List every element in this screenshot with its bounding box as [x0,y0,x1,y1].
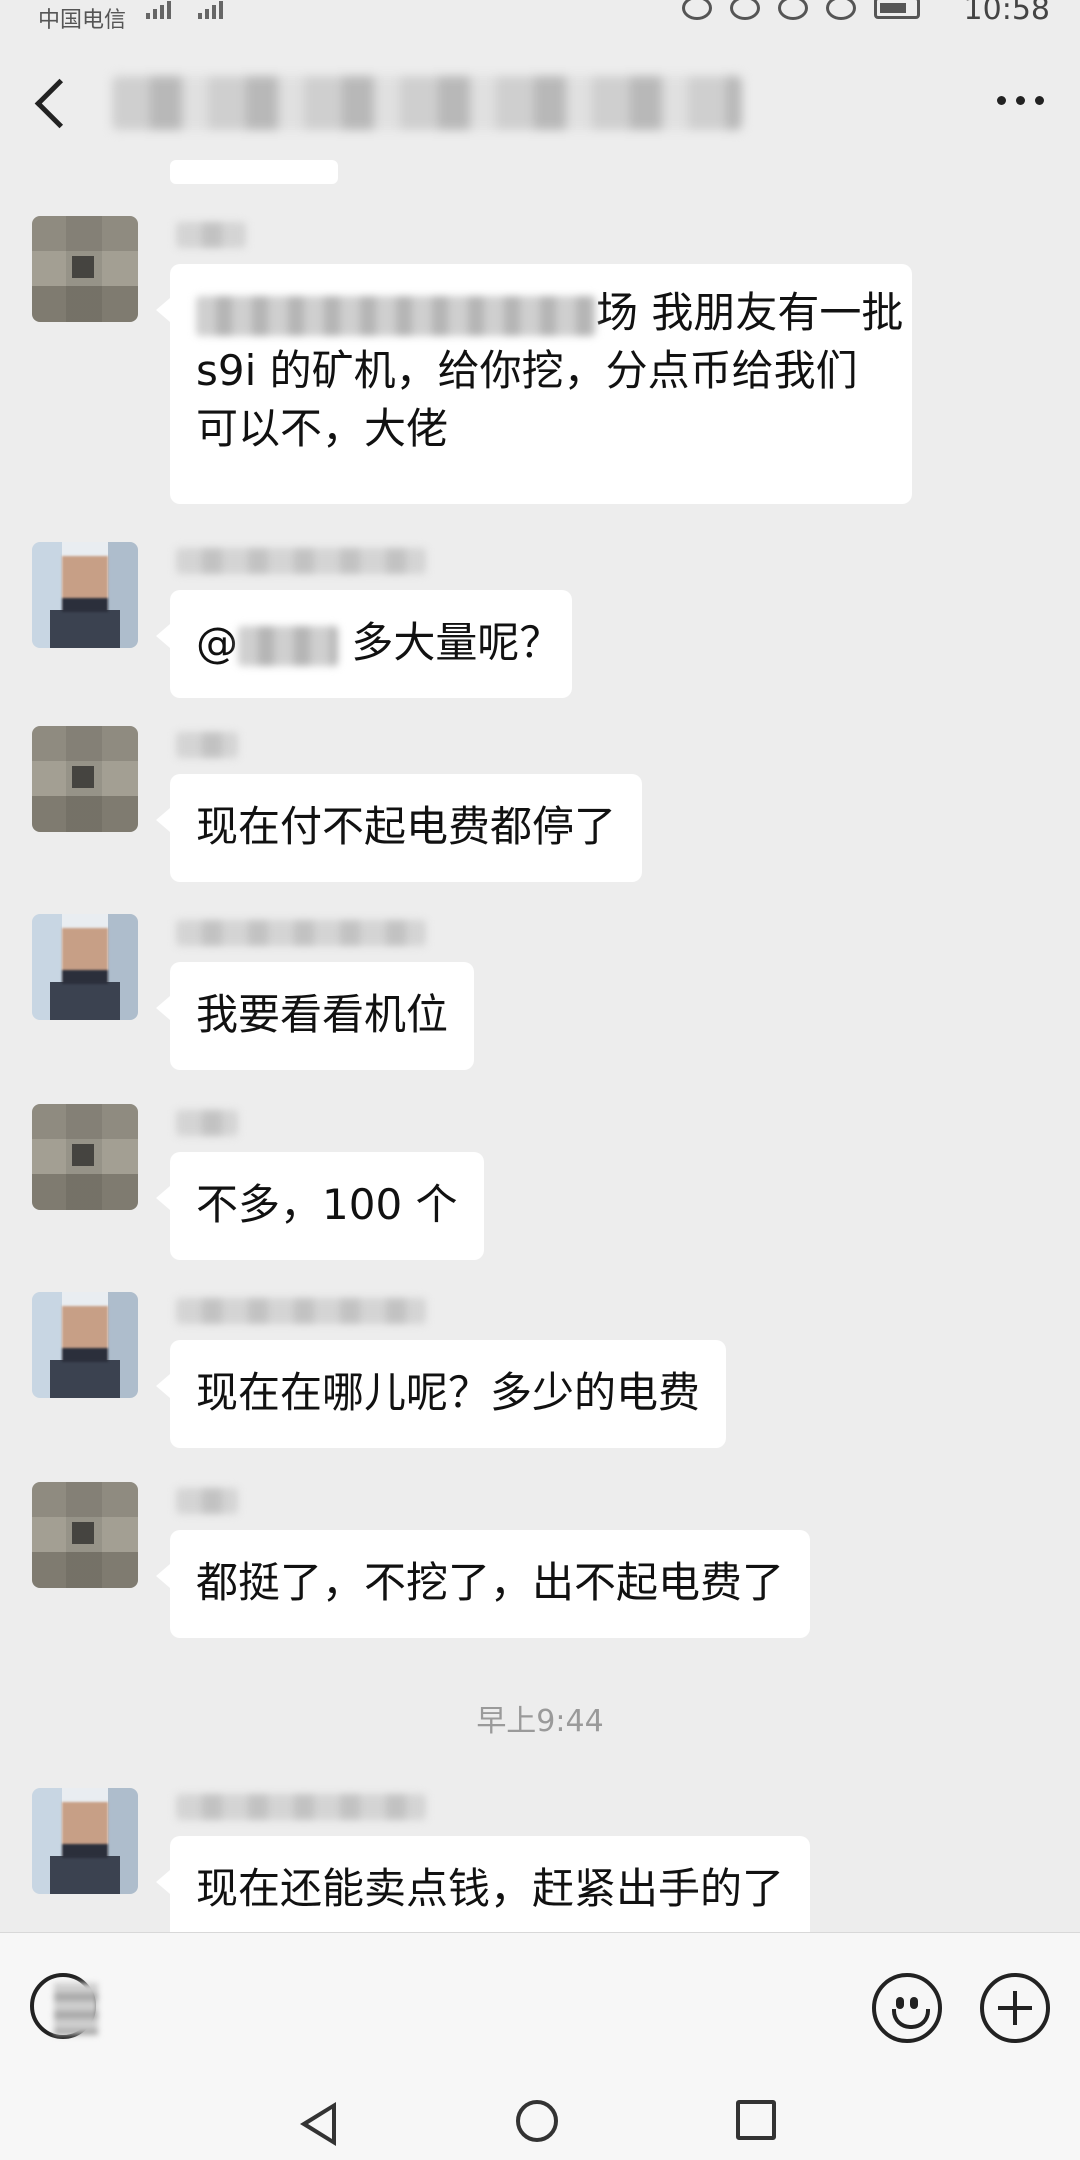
message-text: 场 我朋友有一批 [596,288,904,337]
carrier-label: 中国电信 [38,8,127,33]
message-text: 现在在哪儿呢？多少的电费 [196,1368,701,1417]
bluetooth-icon [778,0,808,20]
nav-home-icon[interactable] [516,2100,558,2142]
message-text: 都挺了，不挖了，出不起电费了 [196,1558,785,1607]
message-text: 可以不，大佬 [196,404,449,453]
battery-icon [874,0,920,19]
avatar[interactable] [32,1788,138,1894]
sender-name-blurred [176,1488,238,1514]
message-bubble[interactable]: 都挺了，不挖了，出不起电费了 [155,1530,811,1638]
avatar[interactable] [32,726,138,832]
system-nav-bar [0,2082,1080,2160]
message-bubble[interactable]: @ 多大量呢？ [156,590,572,698]
avatar[interactable] [32,216,138,322]
time-divider: 早上9:44 [476,1704,604,1739]
nav-recent-icon[interactable] [736,2100,776,2140]
emoji-icon[interactable] [872,1973,942,2043]
message-text: 多大量呢？ [338,618,562,667]
sender-name-blurred [176,222,246,248]
plus-icon[interactable] [980,1973,1050,2043]
eye-icon [682,0,712,20]
avatar[interactable] [32,1292,138,1398]
avatar[interactable] [32,1104,138,1210]
message-bubble[interactable]: 现在付不起电费都停了 [155,774,643,882]
message-bubble[interactable]: 我要看看机位 [155,962,475,1070]
more-dots-icon[interactable] [997,96,1044,105]
nfc-icon [730,0,760,20]
mute-icon [826,0,856,20]
message-input[interactable] [118,1955,838,2059]
mention-blurred [238,625,338,666]
message-bubble[interactable]: 场 我朋友有一批 s9i 的矿机，给你挖，分点币给我们 可以不，大佬 [156,264,912,504]
sender-name-blurred [176,920,426,946]
avatar[interactable] [32,542,138,648]
status-icons [682,0,920,20]
voice-icon[interactable] [30,1973,96,2039]
chat-header [0,40,1080,160]
avatar[interactable] [32,1482,138,1588]
status-bar: 中国电信 10:58 [0,0,1080,34]
message-text: 我要看看机位 [196,990,449,1039]
message-text: 现在还能卖点钱，赶紧出手的了 [196,1864,785,1913]
partial-message-bubble [170,160,338,184]
sender-name-blurred [176,548,426,574]
sender-name-blurred [176,732,238,758]
message-text: s9i 的矿机，给你挖，分点币给我们 [196,346,858,395]
chat-title-blurred [112,76,742,130]
avatar[interactable] [32,914,138,1020]
chevron-left-icon[interactable] [30,76,70,128]
mention-blurred [196,295,596,336]
message-text: 不多，100 个 [196,1180,458,1229]
message-bubble[interactable]: 现在在哪儿呢？多少的电费 [155,1340,727,1448]
watermark [900,2108,1050,2138]
message-text: @ [196,618,238,667]
message-bubble[interactable]: 不多，100 个 [156,1152,484,1260]
input-bar [0,1932,1080,2083]
message-text: 现在付不起电费都停了 [196,802,617,851]
nav-back-icon[interactable] [300,2102,336,2146]
message-bubble[interactable]: 现在还能卖点钱，赶紧出手的了 [155,1836,811,1944]
sender-name-blurred [176,1794,426,1820]
sender-name-blurred [176,1110,238,1136]
signal-icon [198,0,226,19]
clock: 10:58 [963,0,1050,27]
sender-name-blurred [176,1298,426,1324]
signal-icon [146,0,174,19]
